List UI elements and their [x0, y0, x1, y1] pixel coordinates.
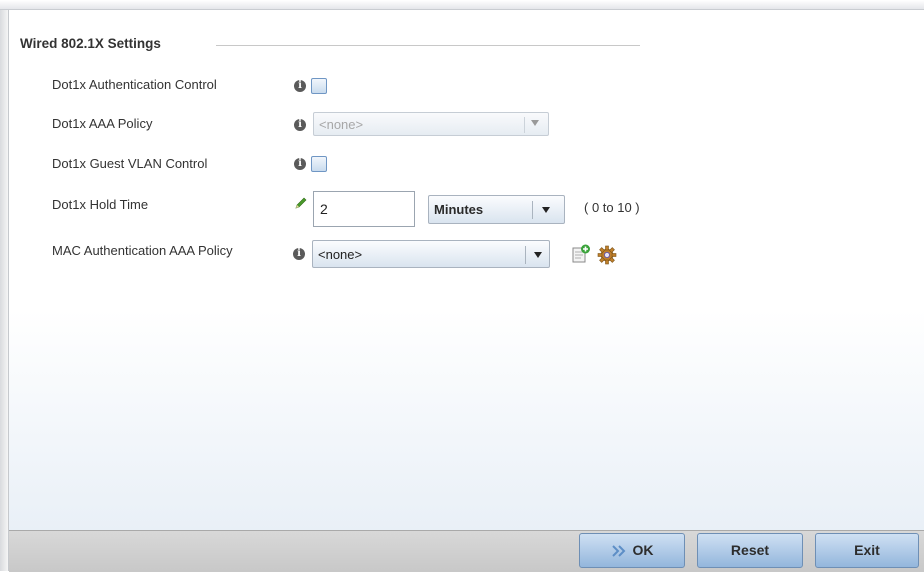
info-icon[interactable]: i: [293, 248, 305, 260]
ok-label: OK: [632, 542, 654, 558]
top-border: [0, 0, 924, 10]
aaa-policy-select[interactable]: <none>: [313, 112, 549, 136]
aaa-policy-value: <none>: [319, 117, 364, 132]
ok-button[interactable]: OK: [579, 533, 685, 568]
aaa-policy-label: Dot1x AAA Policy: [52, 116, 153, 131]
guest-vlan-label: Dot1x Guest VLAN Control: [52, 156, 208, 171]
exit-button[interactable]: Exit: [815, 533, 919, 568]
double-arrow-icon: [611, 545, 625, 558]
exit-label: Exit: [854, 542, 880, 558]
chevron-down-icon: [542, 207, 550, 213]
guest-vlan-checkbox[interactable]: [311, 156, 327, 172]
info-icon[interactable]: i: [294, 80, 306, 92]
select-separator: [532, 201, 533, 219]
gear-icon[interactable]: [597, 245, 617, 265]
section-title: Wired 802.1X Settings: [20, 36, 161, 51]
reset-label: Reset: [730, 542, 770, 558]
hold-time-range: ( 0 to 10 ): [584, 200, 640, 215]
mac-auth-select[interactable]: <none>: [312, 240, 550, 268]
hold-time-input[interactable]: [313, 191, 415, 227]
select-separator: [525, 246, 526, 264]
select-separator: [524, 117, 525, 133]
reset-button[interactable]: Reset: [697, 533, 803, 568]
info-icon[interactable]: i: [294, 158, 306, 170]
section-divider: [216, 45, 640, 46]
hold-time-unit-select[interactable]: Minutes: [428, 195, 565, 224]
left-scroll-edge: [0, 10, 9, 571]
add-policy-icon[interactable]: [571, 244, 591, 264]
info-icon[interactable]: i: [294, 119, 306, 131]
chevron-down-icon: [531, 120, 539, 126]
mac-auth-value: <none>: [318, 247, 363, 262]
hold-time-label: Dot1x Hold Time: [52, 197, 149, 212]
hold-time-unit-value: Minutes: [434, 202, 484, 217]
pencil-icon: [295, 197, 307, 209]
auth-control-label: Dot1x Authentication Control: [52, 77, 217, 92]
chevron-down-icon: [534, 252, 542, 258]
mac-auth-label: MAC Authentication AAA Policy: [52, 243, 233, 258]
auth-control-checkbox[interactable]: [311, 78, 327, 94]
